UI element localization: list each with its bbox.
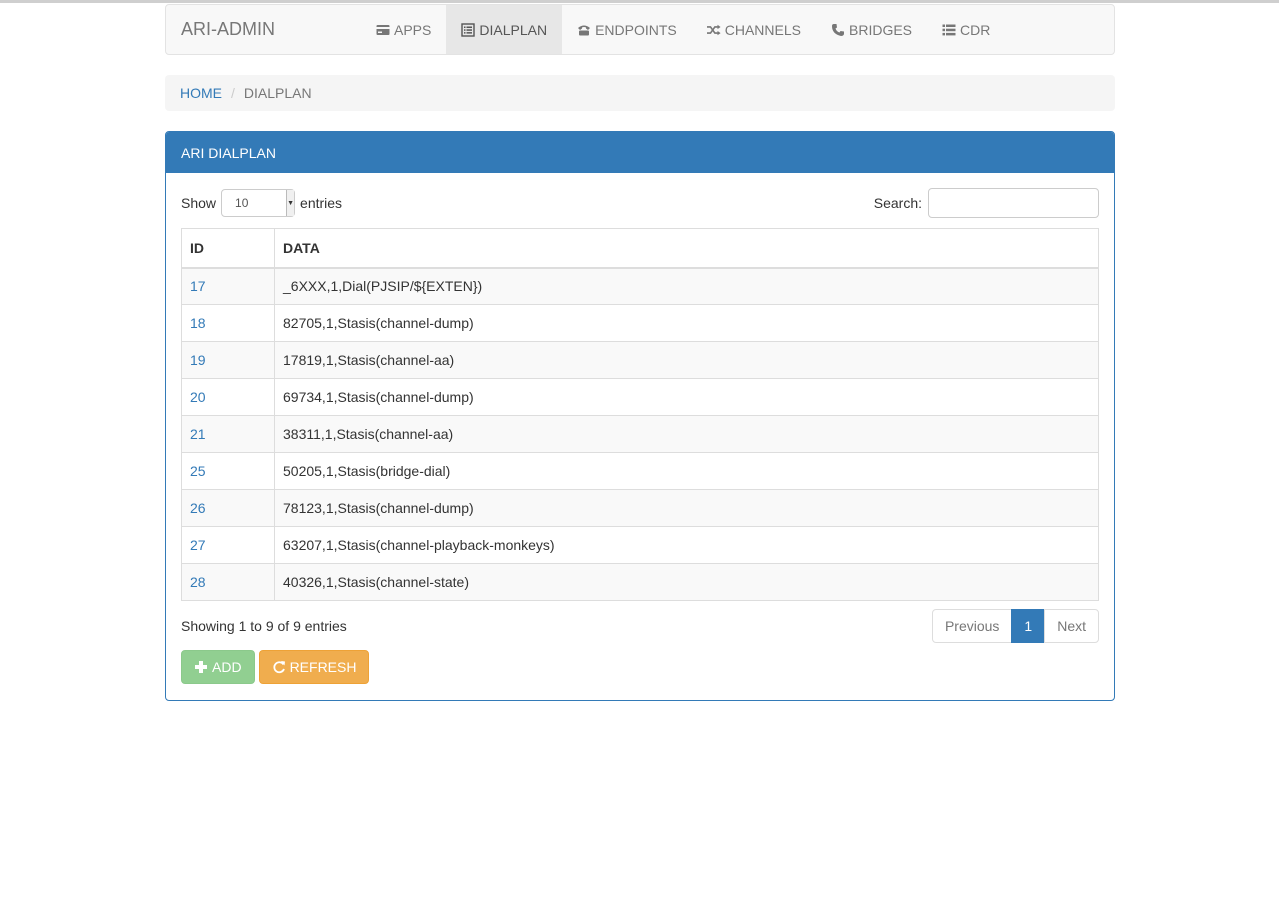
nav-item-channels-label: CHANNELS [724,21,801,38]
page-length-control: Show 10 ▼ entries [181,189,342,217]
dialplan-panel: ARI DIALPLAN Show 10 ▼ entries Search: I… [165,131,1115,701]
row-id-link[interactable]: 26 [190,500,206,516]
table-header-row: ID DATA [181,228,1099,269]
search-label: Search: [873,195,922,211]
pagination-next[interactable]: Next [1044,609,1099,643]
phone-alt-icon [577,23,591,37]
pagination-previous[interactable]: Previous [931,609,1013,643]
credit-card-icon [376,23,390,37]
earphone-icon [831,23,845,37]
nav-item-channels[interactable]: CHANNELS [692,5,816,54]
search-input[interactable] [928,188,1099,218]
breadcrumb-home-link[interactable]: HOME [180,85,222,101]
nav-item-bridges[interactable]: BRIDGES [816,5,927,54]
row-id-link[interactable]: 21 [190,426,206,442]
panel-title: ARI DIALPLAN [166,132,1114,173]
pagination-page-1[interactable]: 1 [1011,609,1046,643]
row-id-link[interactable]: 25 [190,463,206,479]
column-header-data[interactable]: DATA [274,228,1099,269]
nav-item-apps[interactable]: APPS [361,5,446,54]
row-data: 40326,1,Stasis(channel-state) [274,563,1099,601]
breadcrumb: HOME / DIALPLAN [165,75,1115,111]
row-data: 50205,1,Stasis(bridge-dial) [274,452,1099,490]
refresh-icon [272,660,286,674]
nav-item-bridges-label: BRIDGES [849,21,913,38]
nav-item-apps-label: APPS [394,21,432,38]
list-icon [942,23,956,37]
nav-item-cdr[interactable]: CDR [927,5,1005,54]
random-icon [706,23,721,37]
entries-label: entries [300,195,343,211]
row-id-link[interactable]: 17 [190,278,206,294]
row-data: 78123,1,Stasis(channel-dump) [274,489,1099,527]
chevron-down-icon: ▼ [286,190,295,216]
row-data: 63207,1,Stasis(channel-playback-monkeys) [274,526,1099,564]
row-id-link[interactable]: 18 [190,315,206,331]
plus-icon [194,660,208,674]
nav-item-cdr-label: CDR [960,21,991,38]
nav-item-dialplan-label: DIALPLAN [479,21,548,38]
table-info: Showing 1 to 9 of 9 entries [181,618,347,634]
refresh-button[interactable]: REFRESH [258,650,370,684]
list-alt-icon [461,22,476,37]
nav-item-endpoints[interactable]: ENDPOINTS [562,5,692,54]
row-data: 38311,1,Stasis(channel-aa) [274,415,1099,453]
breadcrumb-separator: / [231,85,235,101]
add-button[interactable]: ADD [181,650,255,684]
table-row: 20 69734,1,Stasis(channel-dump) [181,378,1099,416]
row-id-link[interactable]: 27 [190,537,206,553]
add-button-label: ADD [212,659,242,675]
page-length-select[interactable]: 10 ▼ [221,189,296,217]
row-data: 17819,1,Stasis(channel-aa) [274,341,1099,379]
table-row: 27 63207,1,Stasis(channel-playback-monke… [181,526,1099,564]
table-row: 25 50205,1,Stasis(bridge-dial) [181,452,1099,490]
search-control: Search: [874,188,1099,218]
breadcrumb-current: DIALPLAN [243,85,312,101]
table-row: 17 _6XXX,1,Dial(PJSIP/${EXTEN}) [181,267,1099,305]
row-data: _6XXX,1,Dial(PJSIP/${EXTEN}) [274,267,1099,305]
table-row: 18 82705,1,Stasis(channel-dump) [181,304,1099,342]
show-label: Show [181,195,217,211]
row-data: 69734,1,Stasis(channel-dump) [274,378,1099,416]
panel-body: Show 10 ▼ entries Search: ID DATA 17 _6X… [166,173,1114,699]
action-buttons: ADD REFRESH [181,650,1099,684]
navbar-brand[interactable]: ARI-ADMIN [166,5,374,54]
column-header-id[interactable]: ID [181,228,275,269]
navbar-menu: APPS DIALPLAN ENDPOINTS CHANNELS BRIDGES… [361,5,1005,54]
row-id-link[interactable]: 20 [190,389,206,405]
table-controls: Show 10 ▼ entries Search: [181,188,1099,218]
dialplan-table: ID DATA 17 _6XXX,1,Dial(PJSIP/${EXTEN}) … [181,228,1099,601]
row-id-link[interactable]: 28 [190,574,206,590]
table-row: 19 17819,1,Stasis(channel-aa) [181,341,1099,379]
table-row: 21 38311,1,Stasis(channel-aa) [181,415,1099,453]
table-row: 26 78123,1,Stasis(channel-dump) [181,489,1099,527]
row-id-link[interactable]: 19 [190,352,206,368]
navbar: ARI-ADMIN APPS DIALPLAN ENDPOINTS CHANNE… [165,4,1115,55]
table-row: 28 40326,1,Stasis(channel-state) [181,563,1099,601]
pagination: Previous 1 Next [931,609,1099,643]
page-length-value: 10 [235,196,249,210]
nav-item-endpoints-label: ENDPOINTS [595,21,677,38]
refresh-button-label: REFRESH [289,659,357,675]
table-footer: Showing 1 to 9 of 9 entries Previous 1 N… [181,609,1099,643]
nav-item-dialplan[interactable]: DIALPLAN [446,5,563,54]
row-data: 82705,1,Stasis(channel-dump) [274,304,1099,342]
